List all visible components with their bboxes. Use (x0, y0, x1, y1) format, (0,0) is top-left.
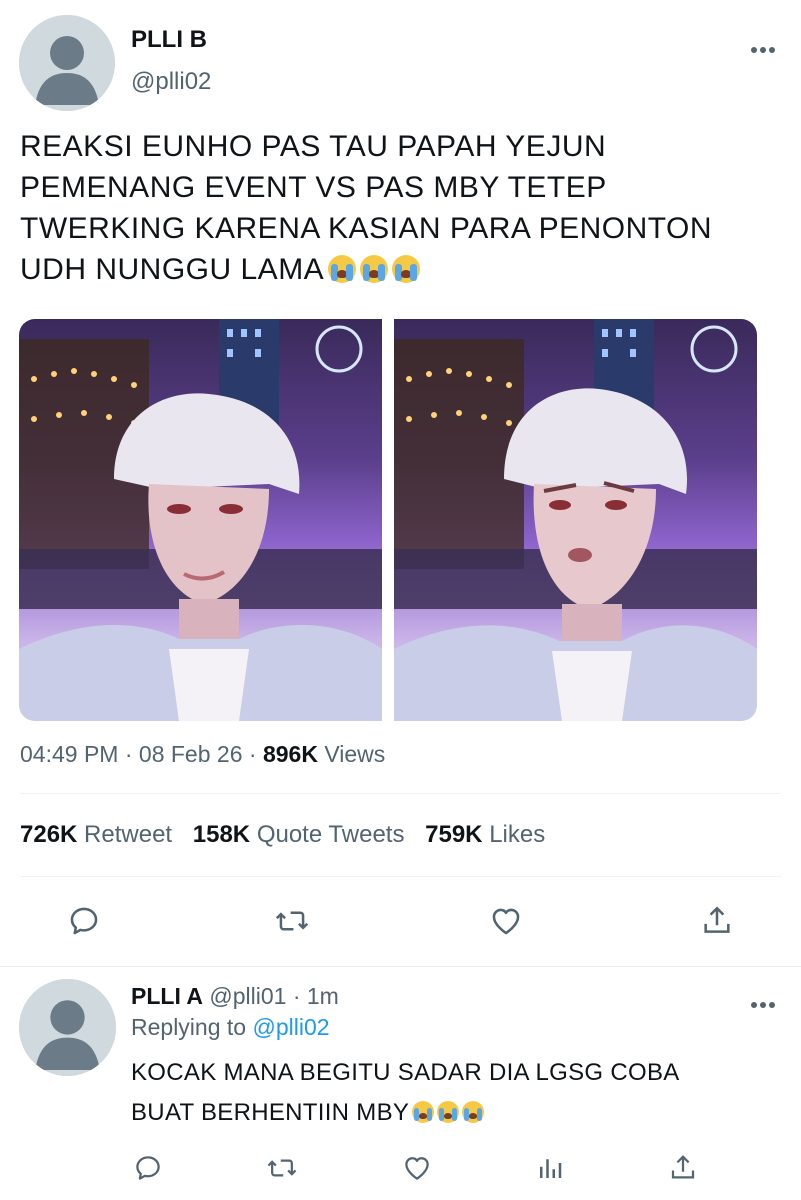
reply-retweet-button[interactable] (266, 1153, 298, 1183)
loudly-crying-face-icon (360, 255, 389, 283)
divider (0, 966, 801, 967)
author-handle[interactable]: @plli02 (131, 68, 211, 96)
reply-button[interactable] (67, 904, 101, 938)
retweets-stat[interactable]: 726K Retweet (20, 821, 179, 848)
reply-more-options-button[interactable] (750, 991, 780, 1011)
replying-to: Replying to @plli02 (131, 1014, 330, 1041)
default-avatar-icon (19, 15, 115, 111)
quotes-count: 158K (192, 821, 251, 848)
more-dots-icon (751, 1002, 775, 1008)
analytics-icon (540, 1159, 562, 1178)
reply-author-handle[interactable]: @plli01 (209, 983, 286, 1009)
loudly-crying-face-icon (392, 255, 421, 283)
retweets-count: 726K (20, 821, 78, 848)
more-options-button[interactable] (750, 36, 780, 56)
share-icon (704, 906, 730, 933)
retweet-icon (267, 1159, 297, 1177)
author-name[interactable]: PLLI B (131, 26, 207, 54)
meta-separator: · (248, 741, 257, 767)
replying-to-handle[interactable]: @plli02 (252, 1014, 329, 1040)
replying-to-label: Replying to (131, 1014, 247, 1040)
likes-label: Likes (489, 821, 546, 848)
reply-share-button[interactable] (668, 1152, 698, 1184)
likes-count: 759K (425, 821, 483, 848)
loudly-crying-face-icon (462, 1101, 485, 1123)
retweet-button[interactable] (274, 904, 310, 938)
reply-text: KOCAK MANA BEGITU SADAR DIA LGSG COBA BU… (131, 1059, 679, 1126)
retweets-label: Retweet (84, 821, 173, 848)
tweet-image-right[interactable] (394, 319, 757, 721)
share-icon (671, 1155, 695, 1179)
heart-icon (405, 1157, 429, 1180)
loudly-crying-face-icon (412, 1101, 435, 1123)
character-smiling-image (19, 319, 382, 721)
quotes-stat[interactable]: 158K Quote Tweets (193, 821, 411, 848)
loudly-crying-face-icon (437, 1101, 460, 1123)
reply-reply-button[interactable] (133, 1153, 163, 1183)
reply-icon (70, 907, 98, 935)
reply-like-button[interactable] (401, 1153, 433, 1183)
more-dots-icon (751, 47, 775, 53)
reply-text-container: KOCAK MANA BEGITU SADAR DIA LGSG COBA BU… (131, 1053, 731, 1133)
reply-author-name[interactable]: PLLI A (131, 983, 203, 1009)
character-confused-image (394, 319, 757, 721)
default-avatar-icon (19, 979, 116, 1076)
reply-time[interactable]: 1m (307, 983, 339, 1009)
tweet-image-left[interactable] (19, 319, 382, 721)
divider (20, 876, 781, 877)
tweet-meta: 04:49 PM · 08 Feb 26 · 896K Views (20, 741, 385, 768)
reply-header: PLLI A @plli01 · 1m (131, 983, 339, 1010)
reply-author-avatar[interactable] (19, 979, 116, 1076)
divider (20, 793, 781, 794)
likes-stat[interactable]: 759K Likes (425, 821, 545, 848)
heart-icon (492, 908, 520, 935)
loudly-crying-face-icon (328, 255, 357, 283)
tweet-date[interactable]: 08 Feb 26 (139, 741, 243, 767)
retweet-icon (275, 911, 309, 931)
tweet-time[interactable]: 04:49 PM (20, 741, 118, 767)
meta-separator: · (124, 741, 133, 767)
reply-icon (136, 1156, 160, 1180)
like-button[interactable] (488, 904, 524, 938)
tweet-text-container: REAKSI EUNHO PAS TAU PAPAH YEJUN PEMENAN… (20, 126, 780, 290)
views-label: Views (324, 741, 386, 767)
tweet-stats: 726K Retweet 158K Quote Tweets 759K Like… (20, 821, 545, 849)
author-avatar[interactable] (19, 15, 115, 111)
share-button[interactable] (700, 903, 734, 939)
views-count: 896K (262, 741, 318, 767)
reply-separator: · (292, 983, 301, 1009)
quotes-label: Quote Tweets (256, 821, 405, 848)
reply-analytics-button[interactable] (535, 1153, 565, 1183)
